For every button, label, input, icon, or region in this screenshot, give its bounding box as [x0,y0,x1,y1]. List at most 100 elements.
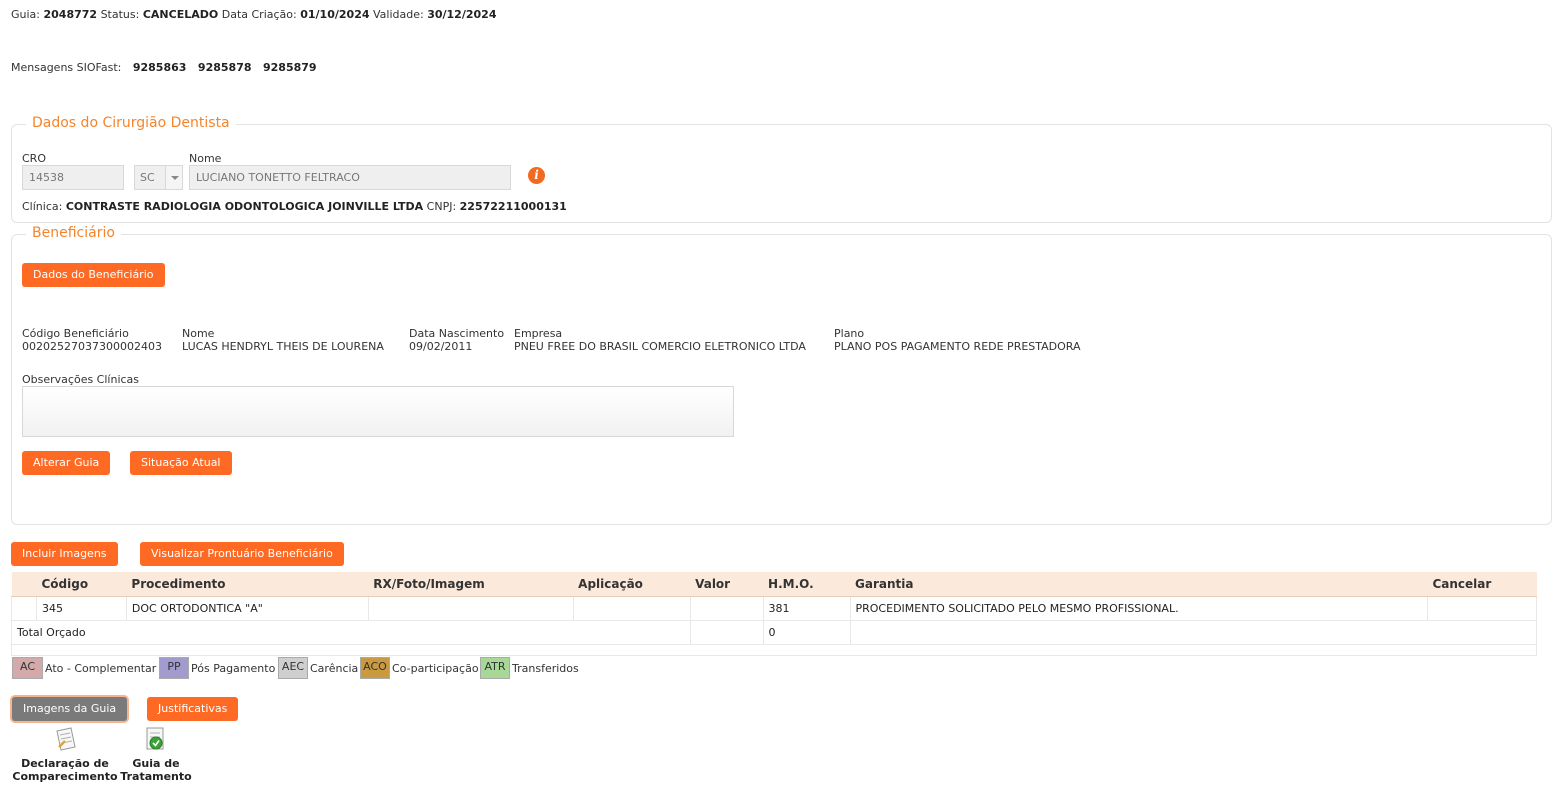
plano-label: Plano [834,327,865,340]
spacer-cell [11,644,1537,656]
beneficiario-nome-value: LUCAS HENDRYL THEIS DE LOURENA [182,340,384,353]
cro-label: CRO [22,152,46,165]
table-header-row: Código Procedimento RX/Foto/Imagem Aplic… [11,572,1537,597]
guia-header: Guia: 2048772 Status: CANCELADO Data Cri… [11,8,496,21]
column-header: Aplicação [573,572,691,597]
declaracao-line1: Declaração de [21,757,109,770]
total-row: Total Orçado 0 [11,619,1537,645]
guia-label: Guia: [11,8,40,21]
beneficiario-nome-label: Nome [182,327,215,340]
guia-line1: Guia de [132,757,180,770]
cro-field[interactable]: 14538 [22,165,124,190]
declaracao-line2: Comparecimento [12,770,118,783]
plano-value: PLANO POS PAGAMENTO REDE PRESTADORA [834,340,1081,353]
cancelar-cell[interactable] [1426,595,1538,621]
criacao-label: Data Criação: [221,8,297,21]
uf-select[interactable]: SC [134,165,183,190]
incluir-imagens-button[interactable]: Incluir Imagens [11,542,118,566]
table-row: 345 DOC ORTODONTICA "A" 381 PROCEDIMENTO… [11,595,1538,621]
clinica-value: CONTRASTE RADIOLOGIA ODONTOLOGICA JOINVI… [65,200,424,213]
beneficiario-nome: Nome LUCAS HENDRYL THEIS DE LOURENA [182,327,384,353]
empresa-value: PNEU FREE DO BRASIL COMERCIO ELETRONICO … [514,340,806,353]
visualizar-prontuario-button[interactable]: Visualizar Prontuário Beneficiário [140,542,344,566]
alterar-guia-button[interactable]: Alterar Guia [22,451,111,475]
aplicacao-cell [572,595,691,621]
imagens-da-guia-button[interactable]: Imagens da Guia [12,697,128,721]
empresa: Empresa PNEU FREE DO BRASIL COMERCIO ELE… [514,327,806,353]
beneficiario-section [11,234,1552,525]
total-label: Total Orçado [11,619,691,645]
total-valor-cell [689,619,764,645]
siofast-code: 9285879 [263,61,317,74]
legend-aec-swatch: AEC [278,657,308,679]
dentista-section-title: Dados do Cirurgião Dentista [26,115,236,131]
data-nascimento: Data Nascimento 09/02/2011 [409,327,504,353]
data-nascimento-label: Data Nascimento [409,327,505,340]
codigo-cell: 345 [35,595,127,621]
document-pencil-icon [56,727,76,751]
observacoes-label: Observações Clínicas [22,373,140,386]
validade-value: 30/12/2024 [427,8,497,21]
info-icon[interactable]: i [528,167,545,184]
validade-label: Validade: [373,8,424,21]
legend-aco-text: Co-participação [392,662,479,675]
dados-beneficiario-button[interactable]: Dados do Beneficiário [22,263,165,287]
chevron-down-icon [165,166,182,189]
legend-atr-text: Transferidos [512,662,579,675]
legend-atr-swatch: ATR [480,657,510,679]
column-header: Garantia [850,572,1428,597]
dentista-nome-field[interactable]: LUCIANO TONETTO FELTRACO [189,165,511,190]
legend-aco-swatch: ACO [360,657,390,679]
cnpj-value: 22572211000131 [459,200,567,213]
total-hmo: 0 [762,619,851,645]
codigo-beneficiario: Código Beneficiário 00202527037300002403 [22,327,162,353]
hmo-cell: 381 [762,595,851,621]
column-header: Valor [690,572,764,597]
legend-ac-text: Ato - Complementar [45,662,157,675]
column-header [11,572,37,597]
rx-cell [367,595,574,621]
guia-tratamento-link[interactable]: Guia de Tratamento [120,725,192,783]
empresa-label: Empresa [514,327,563,340]
situacao-atual-button[interactable]: Situação Atual [130,451,232,475]
procedimento-cell: DOC ORTODONTICA "A" [125,595,369,621]
legend-aec-text: Carência [310,662,359,675]
legend-pp-text: Pós Pagamento [191,662,276,675]
siofast-messages: Mensagens SIOFast: 9285863 9285878 92858… [11,61,317,74]
garantia-cell: PROCEDIMENTO SOLICITADO PELO MESMO PROFI… [849,595,1428,621]
clinica-line: Clínica: CONTRASTE RADIOLOGIA ODONTOLOGI… [22,200,567,213]
status-label: Status: [100,8,140,21]
beneficiario-section-title: Beneficiário [26,225,121,241]
column-header: RX/Foto/Imagem [368,572,574,597]
data-nascimento-value: 09/02/2011 [409,340,473,353]
observacoes-textarea[interactable] [22,386,734,437]
siofast-code: 9285863 [132,61,187,74]
row-select-cell [11,595,37,621]
document-check-icon [146,727,164,750]
codigo-beneficiario-value: 00202527037300002403 [22,340,162,353]
legend-pp-swatch: PP [159,657,189,679]
siofast-label: Mensagens SIOFast: [11,61,122,74]
valor-cell [689,595,764,621]
legend-ac-swatch: AC [12,657,43,679]
status-value: CANCELADO [142,8,219,21]
guia-line2: Tratamento [120,770,192,783]
plano: Plano PLANO POS PAGAMENTO REDE PRESTADOR… [834,327,1081,353]
column-header: Procedimento [126,572,369,597]
declaracao-comparecimento-link[interactable]: Declaração de Comparecimento [12,725,118,783]
siofast-code: 9285878 [197,61,252,74]
column-header: Cancelar [1427,572,1537,597]
procedimentos-table: Código Procedimento RX/Foto/Imagem Aplic… [11,572,1538,656]
nome-label: Nome [189,152,222,165]
guia-number: 2048772 [43,8,98,21]
table-spacer-row [11,644,1537,656]
column-header: Código [36,572,127,597]
criacao-value: 01/10/2024 [300,8,370,21]
clinica-label: Clínica: [22,200,63,213]
total-empty-cell [849,619,1537,645]
uf-select-value: SC [140,171,155,184]
codigo-beneficiario-label: Código Beneficiário [22,327,129,340]
cnpj-label: CNPJ: [426,200,457,213]
column-header: H.M.O. [763,572,850,597]
justificativas-button[interactable]: Justificativas [147,697,239,721]
